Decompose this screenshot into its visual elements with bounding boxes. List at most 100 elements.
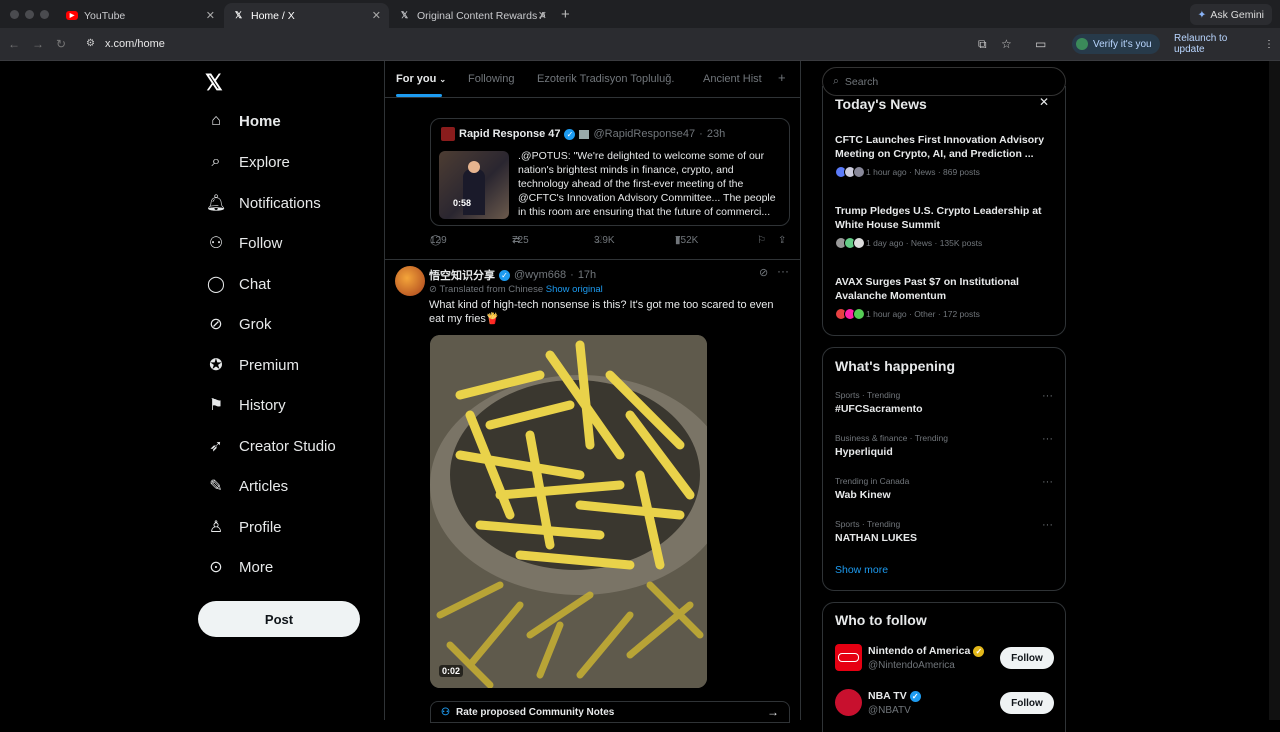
page-scrollbar[interactable] (1269, 61, 1280, 720)
reply-count: 129 (430, 235, 447, 246)
install-app-icon[interactable]: ⧉ (978, 37, 987, 52)
show-original-link[interactable]: Show original (546, 284, 603, 295)
more-icon: ⊙ (209, 559, 223, 576)
who-to-follow-panel: Who to follow Nintendo of America ✓ @Nin… (822, 602, 1066, 732)
more-options-icon[interactable]: ··· (1042, 519, 1053, 531)
new-tab-button[interactable]: + (561, 6, 570, 23)
trend-name[interactable]: Wab Kinew (835, 489, 891, 501)
tab-label: YouTube (84, 9, 126, 22)
follow-button[interactable]: Follow (1000, 692, 1054, 714)
window-minimize-button[interactable] (25, 10, 34, 19)
sidebar-item-creator-studio[interactable]: ➶ Creator Studio (206, 432, 335, 460)
back-arrow-icon[interactable]: ← (8, 37, 20, 51)
bookmark-star-icon[interactable]: ☆ (1001, 37, 1012, 51)
browser-tab-youtube[interactable]: ▶ YouTube ✕ (58, 3, 223, 28)
trend-category: Sports · Trending (835, 390, 901, 400)
x-logo-icon[interactable]: 𝕏 (205, 70, 223, 96)
more-options-icon[interactable]: ··· (1042, 433, 1053, 445)
sidebar-item-label: More (239, 558, 274, 576)
avatar[interactable] (835, 644, 862, 671)
sidebar-item-grok[interactable]: ⊘ Grok (206, 310, 271, 338)
tab-following[interactable]: Following (468, 73, 514, 85)
sidebar-item-home[interactable]: ⌂ Home (206, 107, 281, 135)
side-panel-icon[interactable]: ▭ (1035, 37, 1046, 51)
avatar[interactable] (395, 266, 425, 296)
trend-name[interactable]: #UFCSacramento (835, 403, 923, 415)
window-zoom-button[interactable] (40, 10, 49, 19)
panel-title: Today's News (835, 96, 927, 112)
news-item-meta: 1 day ago · News · 135K posts (835, 237, 982, 249)
close-icon[interactable]: ✕ (372, 9, 381, 22)
articles-icon: ✎ (209, 478, 223, 495)
url-field[interactable]: ⚙ x.com/home (80, 32, 1080, 56)
more-options-icon[interactable]: ··· (777, 264, 789, 278)
close-icon[interactable]: ✕ (538, 9, 547, 22)
sidebar-item-premium[interactable]: ✪ Premium (206, 351, 299, 379)
video-thumbnail[interactable] (439, 151, 509, 219)
ask-gemini-button[interactable]: ✦ Ask Gemini (1189, 4, 1272, 25)
author-name[interactable]: 悟空知识分享 (429, 267, 495, 283)
avatar[interactable] (835, 689, 862, 716)
browser-tab-rewards[interactable]: 𝕏 Original Content Rewards Ap ✕ (390, 3, 555, 28)
sidebar-item-notifications[interactable]: 🔔︎ Notifications (206, 189, 321, 217)
share-icon: ⇪ (778, 235, 787, 246)
sidebar-item-history[interactable]: ⚑ History (206, 391, 286, 419)
avatar-stack (835, 308, 865, 320)
news-item-title[interactable]: AVAX Surges Past $7 on Institutional Ava… (835, 275, 1053, 303)
relaunch-button[interactable]: Relaunch to update ⋮ (1168, 33, 1280, 55)
follow-suggestion-name[interactable]: Nintendo of America ✓ (868, 645, 985, 657)
search-icon: ⌕ (211, 153, 221, 170)
sidebar-item-explore[interactable]: ⌕ Explore (206, 148, 290, 176)
tab-community-ezoterik[interactable]: Ezoterik Tradisyon Topluluğ. (537, 73, 674, 85)
account-handle: @NintendoAmerica (868, 660, 955, 671)
close-icon[interactable]: ✕ (206, 9, 215, 22)
sidebar-item-profile[interactable]: ♙ Profile (206, 513, 282, 541)
sidebar-item-articles[interactable]: ✎ Articles (206, 472, 288, 500)
browser-tab-x-home[interactable]: 𝕏 Home / X ✕ (224, 3, 389, 28)
post-header: 悟空知识分享 ✓ @wym668 · 17h (429, 267, 596, 283)
post-time[interactable]: 17h (578, 269, 596, 281)
sidebar-item-chat[interactable]: ◯ Chat (206, 270, 271, 298)
bookmark-icon: ⚐ (757, 235, 766, 246)
profile-avatar-icon (1076, 38, 1088, 50)
news-item-title[interactable]: CFTC Launches First Innovation Advisory … (835, 133, 1053, 161)
chat-icon: ◯ (207, 276, 225, 293)
verified-badge-icon: ✓ (499, 269, 510, 281)
x-logo-icon: 𝕏 (400, 10, 409, 20)
follow-suggestion-name[interactable]: NBA TV ✓ (868, 690, 921, 702)
site-info-icon[interactable]: ⚙ (86, 38, 95, 49)
forward-arrow-icon[interactable]: → (32, 37, 44, 51)
tab-community-ancient-history[interactable]: Ancient Hist (703, 73, 762, 85)
follow-button[interactable]: Follow (1000, 647, 1054, 669)
reload-icon[interactable]: ↻ (56, 37, 66, 51)
window-close-button[interactable] (10, 10, 19, 19)
verified-badge-icon: ✓ (564, 128, 576, 140)
post-time: 23h (706, 128, 726, 140)
sidebar-item-follow[interactable]: ⚇ Follow (206, 229, 283, 257)
sidebar-item-label: Home (239, 112, 281, 130)
bell-icon: 🔔︎ (205, 195, 227, 212)
quoted-post[interactable]: Rapid Response 47 ✓ @RapidResponse47 · 2… (430, 118, 790, 226)
grok-post-icon[interactable]: ⊘ (759, 266, 768, 279)
post-button[interactable]: Post (198, 601, 360, 637)
post-video[interactable] (430, 335, 707, 688)
more-options-icon[interactable]: ··· (1042, 390, 1053, 402)
more-options-icon[interactable]: ··· (1042, 476, 1053, 488)
tab-for-you[interactable]: For you ⌄ (396, 73, 446, 85)
verify-identity-button[interactable]: Verify it's you (1072, 34, 1160, 54)
add-tab-icon[interactable]: + (778, 70, 786, 85)
show-more-link[interactable]: Show more (835, 564, 888, 576)
author-name: Rapid Response 47 (459, 128, 561, 140)
sidebar-item-label: Articles (239, 477, 289, 495)
sidebar-item-more[interactable]: ⊙ More (206, 553, 273, 581)
close-icon[interactable]: ✕ (1039, 95, 1049, 109)
news-item-title[interactable]: Trump Pledges U.S. Crypto Leadership at … (835, 204, 1053, 232)
author-handle[interactable]: @wym668 (514, 269, 566, 281)
trend-name[interactable]: Hyperliquid (835, 446, 893, 458)
trend-category: Sports · Trending (835, 519, 901, 529)
nintendo-logo (838, 653, 859, 662)
separator: · (699, 128, 703, 140)
sidebar-item-label: History (239, 396, 286, 414)
trend-name[interactable]: NATHAN LUKES (835, 532, 917, 544)
quoted-post-text: .@POTUS: "We're delighted to welcome som… (518, 150, 776, 218)
